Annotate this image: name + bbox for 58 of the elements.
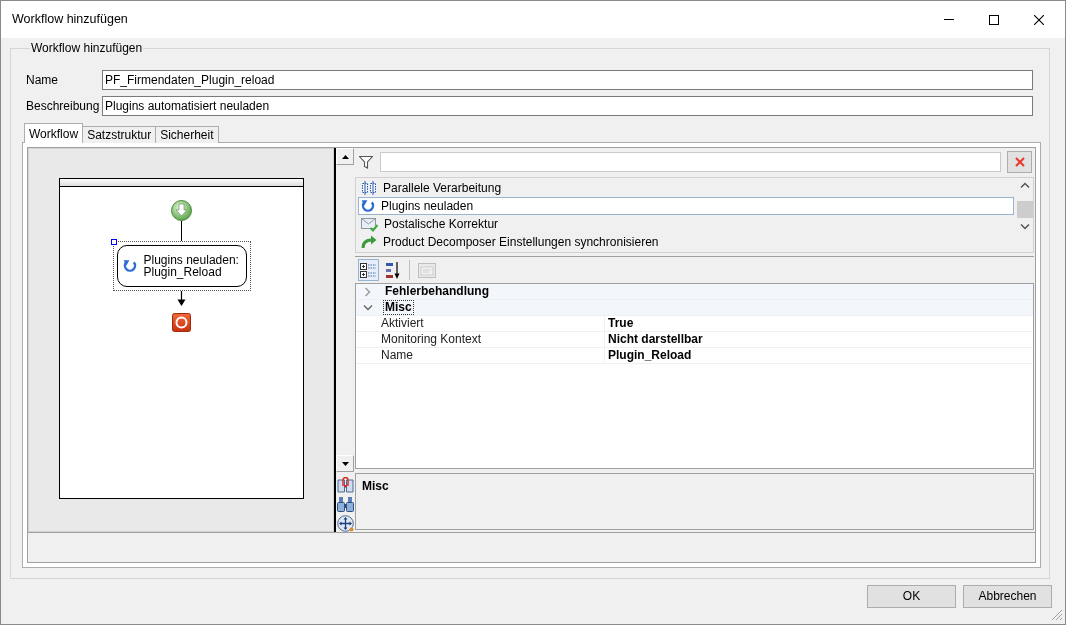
book-icon[interactable]: [336, 477, 354, 493]
chevron-up-icon[interactable]: [1019, 182, 1030, 188]
property-value: Nicht darstellbar: [607, 332, 703, 347]
categorized-view-button[interactable]: [358, 259, 379, 281]
tab[interactable]: Workflow: [24, 123, 84, 143]
activity-label: Plugins neuladen: Plugin_Reload: [143, 254, 239, 278]
activity-list-item[interactable]: Postalische Korrektur: [358, 215, 1014, 233]
envelope-check-icon: [361, 216, 378, 232]
binoculars-icon[interactable]: [336, 496, 354, 512]
dialog-button[interactable]: Abbrechen: [963, 585, 1052, 608]
resize-grip-icon: [1051, 609, 1063, 621]
property-value: True: [607, 316, 634, 331]
curved-arrow-icon: [361, 234, 377, 250]
scroll-down-button[interactable]: [336, 455, 354, 472]
description-title: Misc: [362, 479, 390, 494]
property-pages-icon: [417, 262, 436, 278]
dialog-button[interactable]: OK: [867, 585, 956, 608]
selection-handle[interactable]: [110, 239, 117, 245]
category-label: Fehlerbehandlung: [384, 284, 490, 299]
group-title: Workflow hinzufügen: [30, 41, 144, 55]
up-triangle-icon: [341, 154, 349, 159]
activity-list-item[interactable]: Product Decomposer Einstellungen synchronisieren: [358, 233, 1014, 251]
tab[interactable]: Sicherheit: [155, 126, 219, 143]
activity-list-item[interactable]: Plugins neuladen: [358, 197, 1014, 215]
scrollbar-thumb[interactable]: [1016, 201, 1033, 218]
down-triangle-icon: [341, 461, 349, 466]
property-value: Plugin_Reload: [607, 348, 692, 363]
window-title: Workflow hinzufügen: [11, 12, 129, 27]
clear-icon: [1014, 157, 1025, 167]
parallel-icon: [361, 180, 377, 196]
categorized-icon: [360, 261, 377, 279]
clear-filter-button[interactable]: [1007, 151, 1032, 173]
refresh-icon: [122, 259, 137, 273]
move-icon[interactable]: [336, 515, 354, 532]
chevron-down-icon[interactable]: [363, 304, 373, 311]
sort-icon: [385, 261, 400, 279]
connector-arrow: [177, 291, 186, 306]
connector-line: [181, 221, 182, 241]
refresh-icon: [361, 199, 375, 213]
category-row[interactable]: Misc: [356, 300, 1033, 316]
field-label: Name: [25, 72, 59, 88]
text-field[interactable]: Plugins automatisiert neuladen: [102, 96, 1033, 116]
activity-list-item[interactable]: Parallele Verarbeitung: [358, 179, 1014, 197]
scroll-up-button[interactable]: [336, 148, 354, 165]
close-icon: [1033, 14, 1044, 25]
category-row[interactable]: Fehlerbehandlung: [356, 284, 1033, 300]
filter-field[interactable]: [380, 152, 1001, 172]
chevron-down-icon[interactable]: [1019, 224, 1030, 230]
property-name: Aktiviert: [356, 316, 605, 331]
tab[interactable]: Satzstruktur: [82, 126, 157, 143]
property-name: Monitoring Kontext: [356, 332, 605, 347]
field-label: Beschreibung: [25, 98, 101, 114]
property-name: Name: [356, 348, 605, 363]
filter-icon: [359, 155, 373, 169]
maximize-icon: [988, 14, 999, 25]
category-label: Misc: [383, 300, 414, 315]
text-field[interactable]: PF_Firmendaten_Plugin_reload: [102, 70, 1033, 90]
minimize-icon: [943, 19, 954, 20]
